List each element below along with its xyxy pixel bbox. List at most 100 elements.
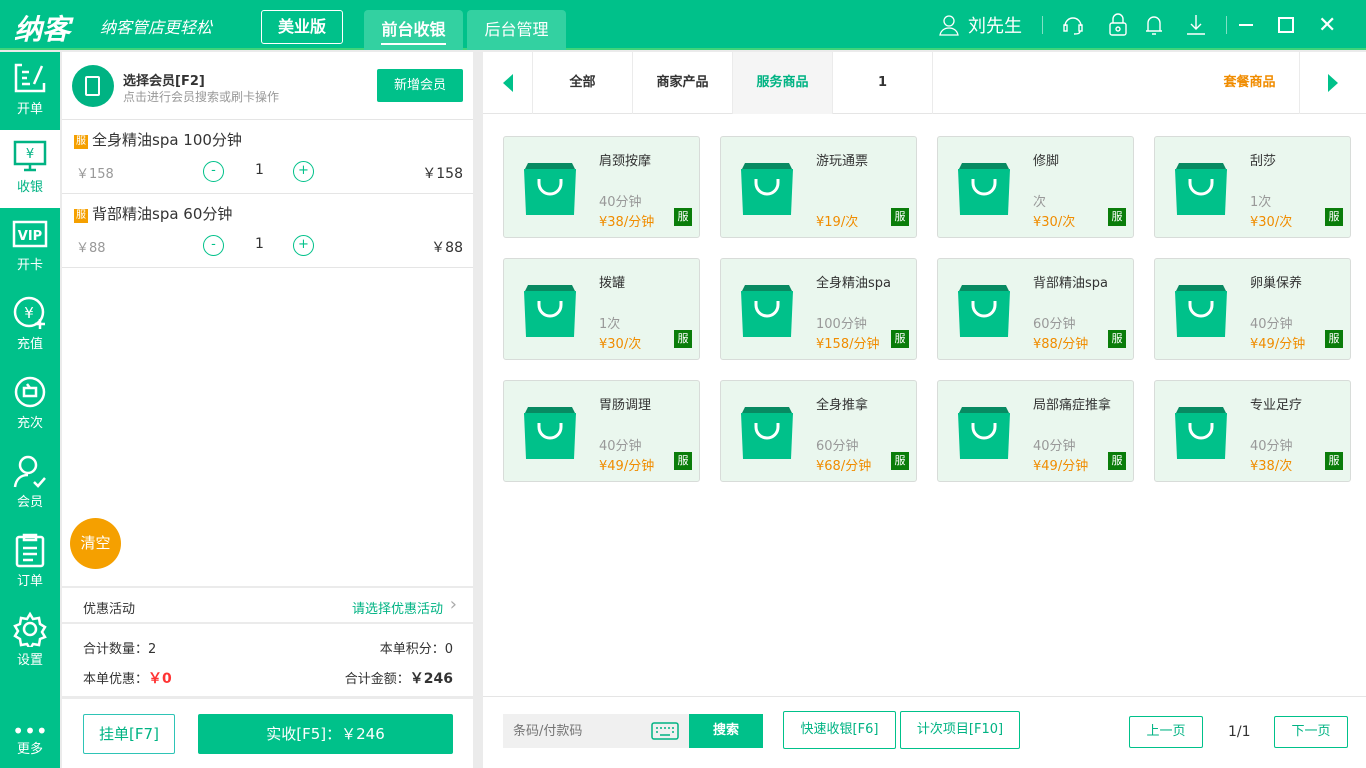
- maximize-button[interactable]: [1278, 0, 1294, 50]
- product-name: 专业足疗: [1250, 398, 1303, 413]
- sidebar-item-open-order[interactable]: 开单: [0, 52, 60, 130]
- promotion-selector[interactable]: 优惠活动 请选择优惠活动 ›: [62, 586, 473, 624]
- tab-label: 前台收银: [381, 20, 446, 45]
- sidebar-item-checkout[interactable]: ¥ 收银: [0, 130, 60, 208]
- keyboard-icon[interactable]: [651, 722, 679, 740]
- cart-item-quantity[interactable]: 1: [255, 162, 264, 178]
- product-card[interactable]: 刮莎 1次 ¥30/次 服: [1154, 136, 1351, 238]
- prev-page-button[interactable]: 上一页: [1129, 716, 1203, 748]
- add-member-button[interactable]: 新增会员: [377, 69, 463, 102]
- product-price: ¥38/分钟: [599, 215, 655, 230]
- cart-item-name: 全身精油spa 100分钟: [92, 131, 242, 149]
- increase-quantity-button[interactable]: +: [293, 235, 314, 256]
- title-bar: 纳客 纳客管店更轻松 美业版 前台收银 后台管理 刘先生 ✕: [0, 0, 1366, 50]
- product-card[interactable]: 卵巢保养 40分钟 ¥49/分钟 服: [1154, 258, 1351, 360]
- svg-text:¥: ¥: [24, 304, 34, 322]
- shopping-bag-icon: [524, 285, 576, 337]
- cart-item-total: ￥158: [422, 166, 463, 182]
- amount-label: 合计金额：: [344, 672, 410, 687]
- sidebar-item-members[interactable]: 会员: [0, 445, 60, 523]
- gear-icon: [13, 611, 47, 647]
- product-price: ¥19/次: [816, 215, 859, 230]
- product-card[interactable]: 拨罐 1次 ¥30/次 服: [503, 258, 700, 360]
- product-card[interactable]: 游玩通票 ¥19/次 服: [720, 136, 917, 238]
- product-price: ¥49/分钟: [1250, 337, 1306, 352]
- cart-item[interactable]: 服全身精油spa 100分钟 ￥158 - 1 + ￥158: [62, 120, 473, 194]
- times-icon: [14, 376, 46, 408]
- sidebar-item-recharge[interactable]: ¥ 充值: [0, 287, 60, 365]
- shopping-bag-icon: [524, 407, 576, 459]
- amount-value: ￥246: [409, 671, 453, 687]
- member-selector[interactable]: 选择会员[F2] 点击进行会员搜索或刷卡操作 新增会员: [62, 52, 473, 120]
- order-panel: 选择会员[F2] 点击进行会员搜索或刷卡操作 新增会员 服全身精油spa 100…: [62, 52, 473, 768]
- cart-item-price: ￥158: [76, 167, 114, 182]
- category-all[interactable]: 全部: [533, 52, 633, 114]
- tab-backend[interactable]: 后台管理: [467, 10, 566, 50]
- download-icon[interactable]: [1185, 13, 1207, 37]
- category-1[interactable]: 1: [833, 52, 933, 114]
- bell-icon[interactable]: [1144, 13, 1164, 37]
- tab-front-desk[interactable]: 前台收银: [364, 10, 463, 50]
- product-panel: 全部 商家产品 服务商品 1 套餐商品 肩颈按摩 40分钟 ¥38/分钟 服 游…: [483, 52, 1366, 768]
- clear-button[interactable]: 清空: [70, 518, 121, 569]
- product-unit: 40分钟: [599, 195, 642, 210]
- pay-button[interactable]: 实收[F5]：￥246: [198, 714, 453, 754]
- decrease-quantity-button[interactable]: -: [203, 235, 224, 256]
- shopping-bag-icon: [958, 163, 1010, 215]
- promo-value[interactable]: 请选择优惠活动: [352, 598, 443, 617]
- product-card[interactable]: 肩颈按摩 40分钟 ¥38/分钟 服: [503, 136, 700, 238]
- service-badge: 服: [1325, 452, 1343, 470]
- product-card[interactable]: 背部精油spa 60分钟 ¥88/分钟 服: [937, 258, 1134, 360]
- search-button[interactable]: 搜索: [689, 714, 763, 748]
- sidebar-item-recharge-times[interactable]: 充次: [0, 366, 60, 444]
- category-merchant-products[interactable]: 商家产品: [633, 52, 733, 114]
- product-unit: 60分钟: [816, 439, 859, 454]
- product-price: ¥30/次: [599, 337, 642, 352]
- service-badge: 服: [674, 330, 692, 348]
- lock-icon[interactable]: [1108, 13, 1128, 37]
- count-items-button[interactable]: 计次项目[F10]: [900, 711, 1020, 749]
- more-icon: •••: [12, 719, 48, 743]
- category-service-products[interactable]: 服务商品: [733, 52, 833, 114]
- quick-checkout-button[interactable]: 快速收银[F6]: [783, 711, 896, 749]
- slogan: 纳客管店更轻松: [100, 18, 213, 37]
- member-card-icon: [72, 65, 114, 107]
- product-name: 局部痛症推拿: [1033, 398, 1112, 413]
- edition-badge[interactable]: 美业版: [261, 10, 343, 44]
- sidebar-label: 充次: [16, 416, 43, 431]
- hold-order-button[interactable]: 挂单[F7]: [83, 714, 175, 754]
- product-card[interactable]: 局部痛症推拿 40分钟 ¥49/分钟 服: [937, 380, 1134, 482]
- triangle-left-icon: [502, 73, 513, 92]
- headset-icon[interactable]: [1062, 14, 1084, 36]
- product-price: ¥158/分钟: [816, 337, 880, 352]
- next-category-button[interactable]: [1300, 52, 1366, 114]
- next-page-button[interactable]: 下一页: [1274, 716, 1348, 748]
- cart-item-quantity[interactable]: 1: [255, 236, 264, 252]
- increase-quantity-button[interactable]: +: [293, 161, 314, 182]
- service-badge: 服: [1325, 208, 1343, 226]
- category-package[interactable]: 套餐商品: [1200, 52, 1300, 114]
- sidebar-item-more[interactable]: ••• 更多: [0, 720, 60, 768]
- sidebar-item-settings[interactable]: 设置: [0, 603, 60, 681]
- decrease-quantity-button[interactable]: -: [203, 161, 224, 182]
- product-unit: 1次: [599, 317, 621, 332]
- product-card[interactable]: 全身推拿 60分钟 ¥68/分钟 服: [720, 380, 917, 482]
- user-menu[interactable]: 刘先生: [938, 0, 1022, 50]
- sidebar-item-card[interactable]: VIP 开卡: [0, 208, 60, 286]
- user-icon: [939, 15, 959, 36]
- cart-item[interactable]: 服背部精油spa 60分钟 ￥88 - 1 + ￥88: [62, 194, 473, 268]
- sidebar-item-orders[interactable]: 订单: [0, 524, 60, 602]
- product-card[interactable]: 专业足疗 40分钟 ¥38/次 服: [1154, 380, 1351, 482]
- product-card[interactable]: 修脚 次 ¥30/次 服: [937, 136, 1134, 238]
- close-button[interactable]: ✕: [1318, 0, 1336, 50]
- product-card[interactable]: 全身精油spa 100分钟 ¥158/分钟 服: [720, 258, 917, 360]
- product-card[interactable]: 胃肠调理 40分钟 ¥49/分钟 服: [503, 380, 700, 482]
- sidebar-label: 收银: [16, 180, 43, 195]
- promo-label: 优惠活动: [83, 602, 136, 617]
- shopping-bag-icon: [958, 407, 1010, 459]
- sidebar-label: 设置: [16, 653, 43, 668]
- member-subtitle: 点击进行会员搜索或刷卡操作: [123, 90, 280, 104]
- product-name: 修脚: [1033, 154, 1060, 169]
- minimize-button[interactable]: [1239, 0, 1253, 50]
- prev-category-button[interactable]: [483, 52, 533, 114]
